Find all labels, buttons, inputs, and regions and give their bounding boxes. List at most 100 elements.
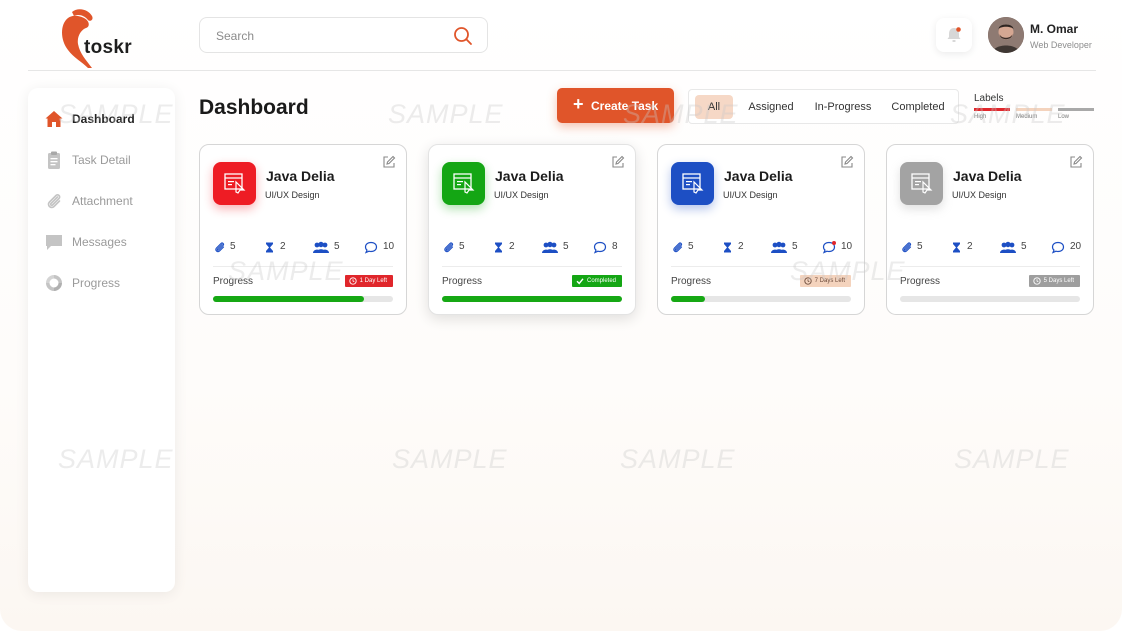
- comment-icon: [822, 241, 836, 254]
- create-task-label: Create Task: [591, 99, 659, 113]
- project-icon-tile: [900, 162, 943, 205]
- members-value: 5: [1021, 241, 1027, 252]
- check-icon: [576, 278, 584, 285]
- edit-icon[interactable]: [611, 155, 625, 169]
- bell-icon: [947, 27, 961, 42]
- avatar[interactable]: [988, 17, 1024, 53]
- comment-icon: [364, 241, 378, 254]
- label-low-text: Low: [1058, 114, 1070, 120]
- edit-icon[interactable]: [840, 155, 854, 169]
- card-stats: 5 2 5 8: [442, 240, 626, 254]
- progress-label: Progress: [671, 276, 712, 287]
- task-card[interactable]: Java Delia UI/UX Design 5 2 5 8 Progress Comple…: [428, 144, 636, 315]
- members-value: 5: [334, 241, 340, 252]
- card-subtitle: UI/UX Design: [265, 190, 320, 200]
- hourglass-icon: [953, 242, 960, 253]
- progress-icon: [46, 275, 62, 291]
- sidebar-item-label: Messages: [72, 235, 127, 249]
- hourglass-icon: [266, 242, 273, 253]
- due-badge-text: 1 Day Left: [359, 278, 387, 284]
- members-icon: [542, 241, 558, 253]
- chat-icon: [46, 235, 62, 250]
- tab-completed[interactable]: Completed: [886, 95, 950, 119]
- label-low-bar: [1058, 108, 1094, 111]
- task-card[interactable]: Java Delia UI/UX Design 5 2 5 20 Progress 5 Day…: [886, 144, 1094, 315]
- card-title: Java Delia: [724, 168, 793, 184]
- tab-assigned[interactable]: Assigned: [743, 95, 799, 119]
- progress-fill: [442, 296, 622, 302]
- card-divider: [213, 266, 393, 267]
- notification-button[interactable]: [936, 18, 972, 52]
- progress-bar: [213, 296, 393, 302]
- due-badge: 1 Day Left: [344, 275, 393, 287]
- comment-icon: [593, 241, 607, 254]
- paperclip-icon: [47, 194, 61, 209]
- card-divider: [442, 266, 622, 267]
- progress-bar: [671, 296, 851, 302]
- search-input[interactable]: [216, 27, 436, 45]
- card-subtitle: UI/UX Design: [494, 190, 549, 200]
- sidebar: Dashboard Task Detail Attachment Message…: [28, 88, 175, 592]
- edit-icon[interactable]: [1069, 155, 1083, 169]
- due-badge-text: 5 Days Left: [1043, 278, 1074, 284]
- home-icon: [45, 111, 63, 127]
- time-value: 2: [280, 241, 286, 252]
- members-icon: [313, 241, 329, 253]
- edit-icon[interactable]: [382, 155, 396, 169]
- sidebar-item-messages[interactable]: Messages: [44, 231, 168, 253]
- clock-icon: [348, 277, 357, 285]
- due-badge-text: Completed: [586, 278, 616, 284]
- due-badge: 5 Days Left: [1028, 275, 1080, 287]
- paperclip-icon: [902, 242, 912, 253]
- sidebar-item-dashboard[interactable]: Dashboard: [44, 108, 168, 130]
- task-card[interactable]: Java Delia UI/UX Design 5 2 5 10 Progress 7 Day…: [657, 144, 865, 315]
- sidebar-item-attachment[interactable]: Attachment: [44, 190, 168, 212]
- sidebar-item-label: Dashboard: [72, 112, 135, 126]
- paperclip-icon: [673, 242, 683, 253]
- filter-tabs: All Assigned In-Progress Completed: [688, 89, 959, 124]
- task-card[interactable]: Java Delia UI/UX Design 5 2 5 10 Progress 1 Day…: [199, 144, 407, 315]
- time-value: 2: [967, 241, 973, 252]
- create-task-button[interactable]: + Create Task: [557, 88, 674, 123]
- label-high-text: High: [974, 114, 987, 120]
- due-badge: Completed: [571, 275, 622, 287]
- design-file-icon: [911, 173, 933, 194]
- time-value: 2: [738, 241, 744, 252]
- clock-icon: [803, 277, 812, 285]
- attachments-value: 5: [688, 241, 694, 252]
- sidebar-item-progress[interactable]: Progress: [44, 272, 168, 294]
- tab-all[interactable]: All: [695, 95, 733, 119]
- sidebar-item-label: Task Detail: [72, 153, 131, 167]
- watermark: SAMPLE: [954, 444, 1070, 474]
- progress-fill: [671, 296, 705, 302]
- comments-value: 8: [612, 241, 618, 252]
- watermark: SAMPLE: [620, 444, 736, 474]
- design-file-icon: [453, 173, 475, 194]
- app-frame: toskr M. Omar Web Developer: [0, 0, 1122, 631]
- user-name: M. Omar: [1030, 22, 1079, 36]
- hourglass-icon: [724, 242, 731, 253]
- search-icon[interactable]: [453, 26, 473, 46]
- paperclip-icon: [215, 242, 225, 253]
- label-high-bar: [974, 108, 1010, 111]
- tab-in-progress[interactable]: In-Progress: [810, 95, 876, 119]
- plus-icon: +: [573, 94, 584, 114]
- card-stats: 5 2 5 10: [213, 240, 397, 254]
- time-value: 2: [509, 241, 515, 252]
- progress-bar: [900, 296, 1080, 302]
- search-box: [199, 17, 488, 53]
- design-file-icon: [682, 173, 704, 194]
- card-divider: [671, 266, 851, 267]
- sidebar-item-label: Progress: [72, 276, 121, 290]
- progress-label: Progress: [442, 276, 483, 287]
- user-role: Web Developer: [1030, 40, 1092, 50]
- header-divider: [28, 70, 1096, 71]
- project-icon-tile: [213, 162, 256, 205]
- sidebar-item-task-detail[interactable]: Task Detail: [44, 149, 168, 171]
- watermark: SAMPLE: [388, 99, 504, 129]
- card-title: Java Delia: [495, 168, 564, 184]
- card-subtitle: UI/UX Design: [952, 190, 1007, 200]
- members-value: 5: [563, 241, 569, 252]
- label-medium-bar: [1016, 108, 1052, 111]
- labels-title: Labels: [974, 93, 1004, 104]
